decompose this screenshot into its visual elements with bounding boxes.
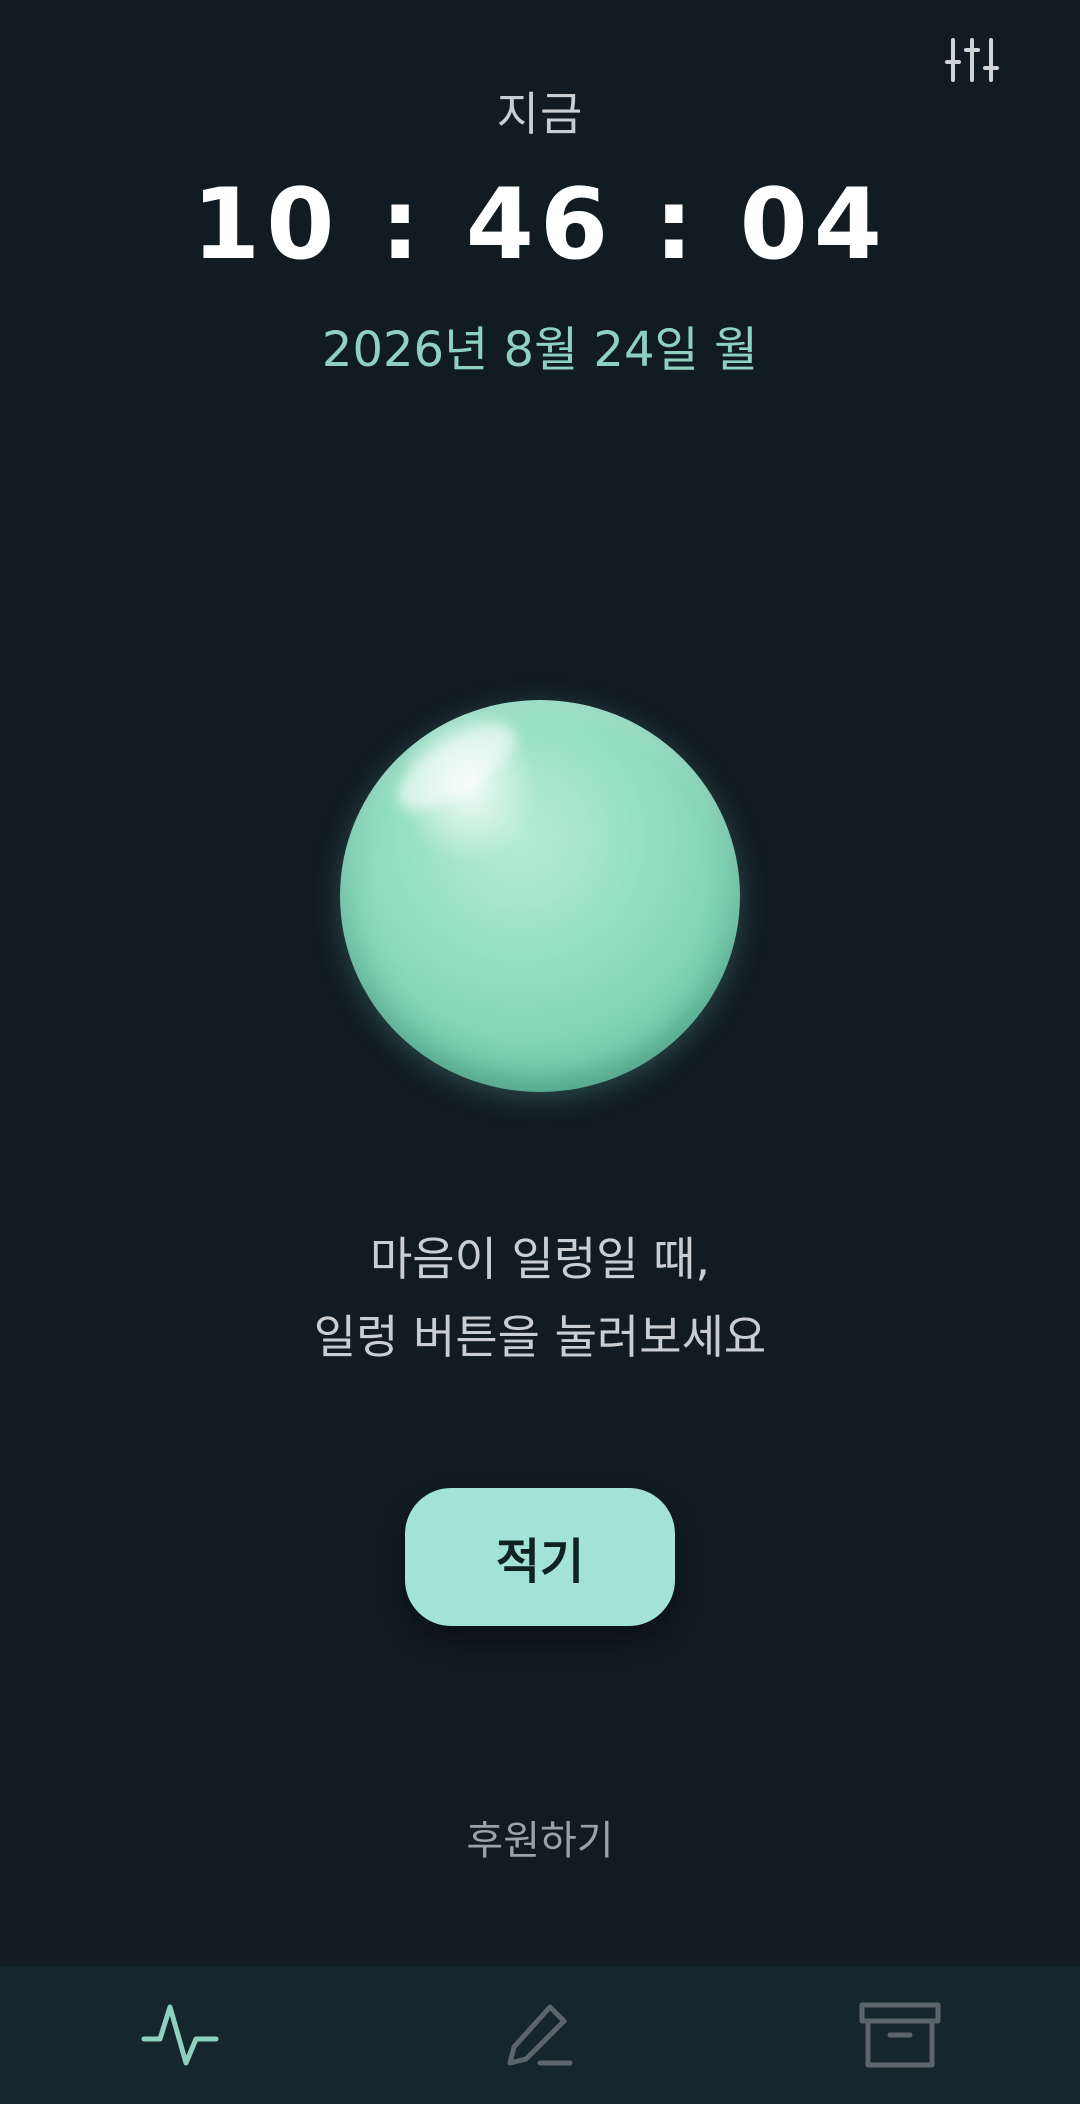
archive-icon xyxy=(859,2002,941,2068)
ilreong-orb[interactable] xyxy=(340,700,740,1092)
nav-item-archive[interactable] xyxy=(840,1985,960,2085)
write-button[interactable]: 적기 xyxy=(405,1488,675,1626)
nav-item-activity[interactable] xyxy=(120,1985,240,2085)
prompt-message-line2: 일렁 버튼을 눌러보세요 xyxy=(313,1310,767,1364)
current-date: 2026년 8월 24일 월 xyxy=(321,322,759,378)
sliders-icon xyxy=(945,38,999,82)
ilreong-button[interactable] xyxy=(340,700,740,1092)
current-time: 10 : 46 : 04 xyxy=(192,168,888,282)
activity-icon xyxy=(141,2004,219,2066)
nav-item-write[interactable] xyxy=(480,1985,600,2085)
donate-link[interactable]: 후원하기 xyxy=(0,1808,1080,1866)
bottom-navigation xyxy=(0,1966,1080,2104)
prompt-message: 마음이 일렁일 때, 일렁 버튼을 눌러보세요 xyxy=(0,1220,1080,1376)
prompt-message-line1: 마음이 일렁일 때, xyxy=(369,1232,711,1286)
pencil-icon xyxy=(507,2004,573,2066)
now-label: 지금 xyxy=(496,87,584,141)
